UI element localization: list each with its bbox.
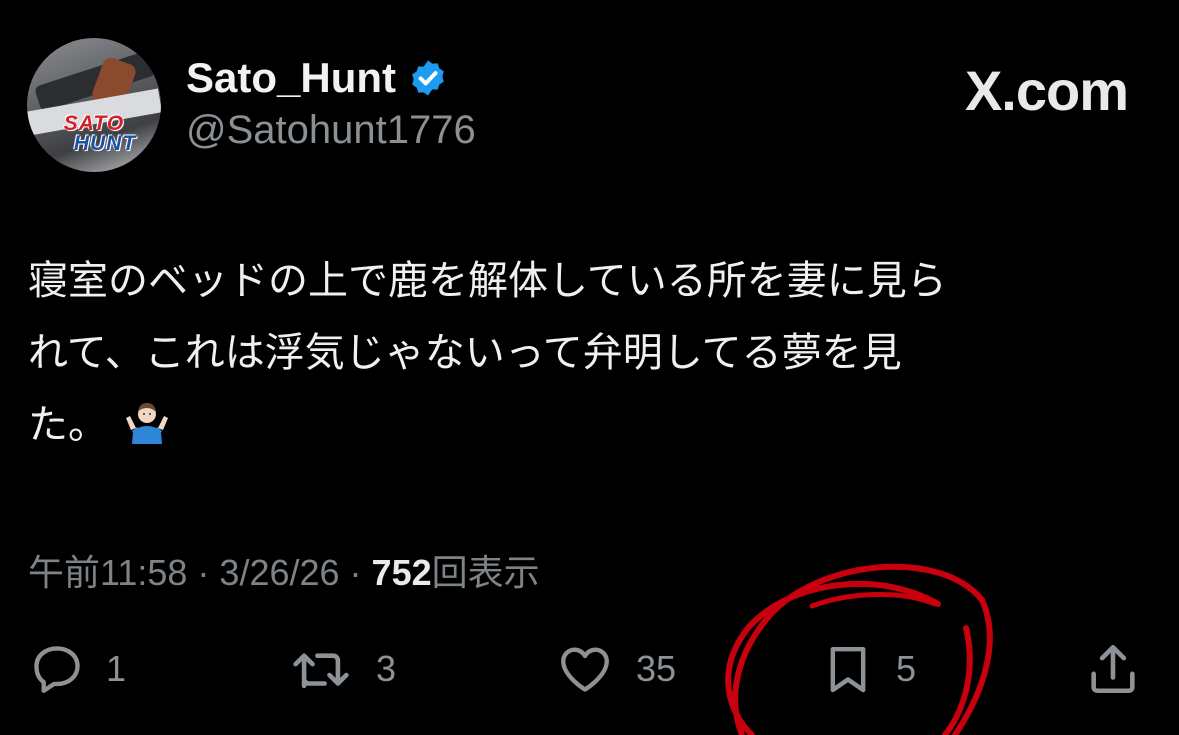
- tweet-meta: 午前11:58 · 3/26/26 · 752回表示: [28, 544, 540, 596]
- repost-button[interactable]: 3: [286, 640, 396, 698]
- tweet-line: れて、これは浮気じゃないって弁明してる夢を見: [28, 330, 902, 376]
- author-name-row[interactable]: Sato_Hunt: [186, 54, 448, 102]
- avatar[interactable]: SATO HUNT: [27, 38, 161, 172]
- author-handle[interactable]: @Satohunt1776: [186, 108, 476, 153]
- person-shrugging-emoji-icon: [126, 403, 168, 444]
- verified-badge-icon: [412, 60, 444, 96]
- like-button[interactable]: 35: [554, 640, 676, 698]
- share-icon: [1091, 644, 1135, 694]
- bookmark-icon: [830, 646, 866, 693]
- author-display-name[interactable]: Sato_Hunt: [186, 54, 396, 102]
- heart-icon: [561, 647, 609, 692]
- tweet-date[interactable]: 3/26/26: [219, 552, 339, 594]
- avatar-logo: SATO HUNT: [63, 112, 137, 155]
- x-com-watermark: X.com: [964, 59, 1129, 122]
- action-bar: 1 3 35 5: [0, 630, 1179, 710]
- tweet-line: た。: [28, 389, 1138, 461]
- tweet-text: 寝室のベッドの上で鹿を解体している所を妻に見ら れて、これは浮気じゃないって弁明…: [28, 245, 1138, 461]
- meta-separator: ·: [349, 552, 362, 593]
- reply-icon: [34, 646, 80, 693]
- tweet-time[interactable]: 午前11:58: [28, 544, 187, 596]
- bookmark-count: 5: [896, 648, 917, 689]
- reply-count: 1: [106, 648, 127, 689]
- repost-count: 3: [376, 648, 397, 689]
- bookmark-button[interactable]: 5: [820, 640, 916, 698]
- repost-icon: [293, 653, 349, 689]
- meta-separator: ·: [197, 552, 210, 593]
- share-button[interactable]: [1084, 640, 1142, 698]
- reply-button[interactable]: 1: [28, 640, 126, 698]
- tweet-line: 寝室のベッドの上で鹿を解体している所を妻に見ら: [28, 258, 947, 304]
- like-count: 35: [636, 648, 677, 689]
- view-label: 回表示: [431, 552, 540, 593]
- view-count: 752: [371, 552, 432, 593]
